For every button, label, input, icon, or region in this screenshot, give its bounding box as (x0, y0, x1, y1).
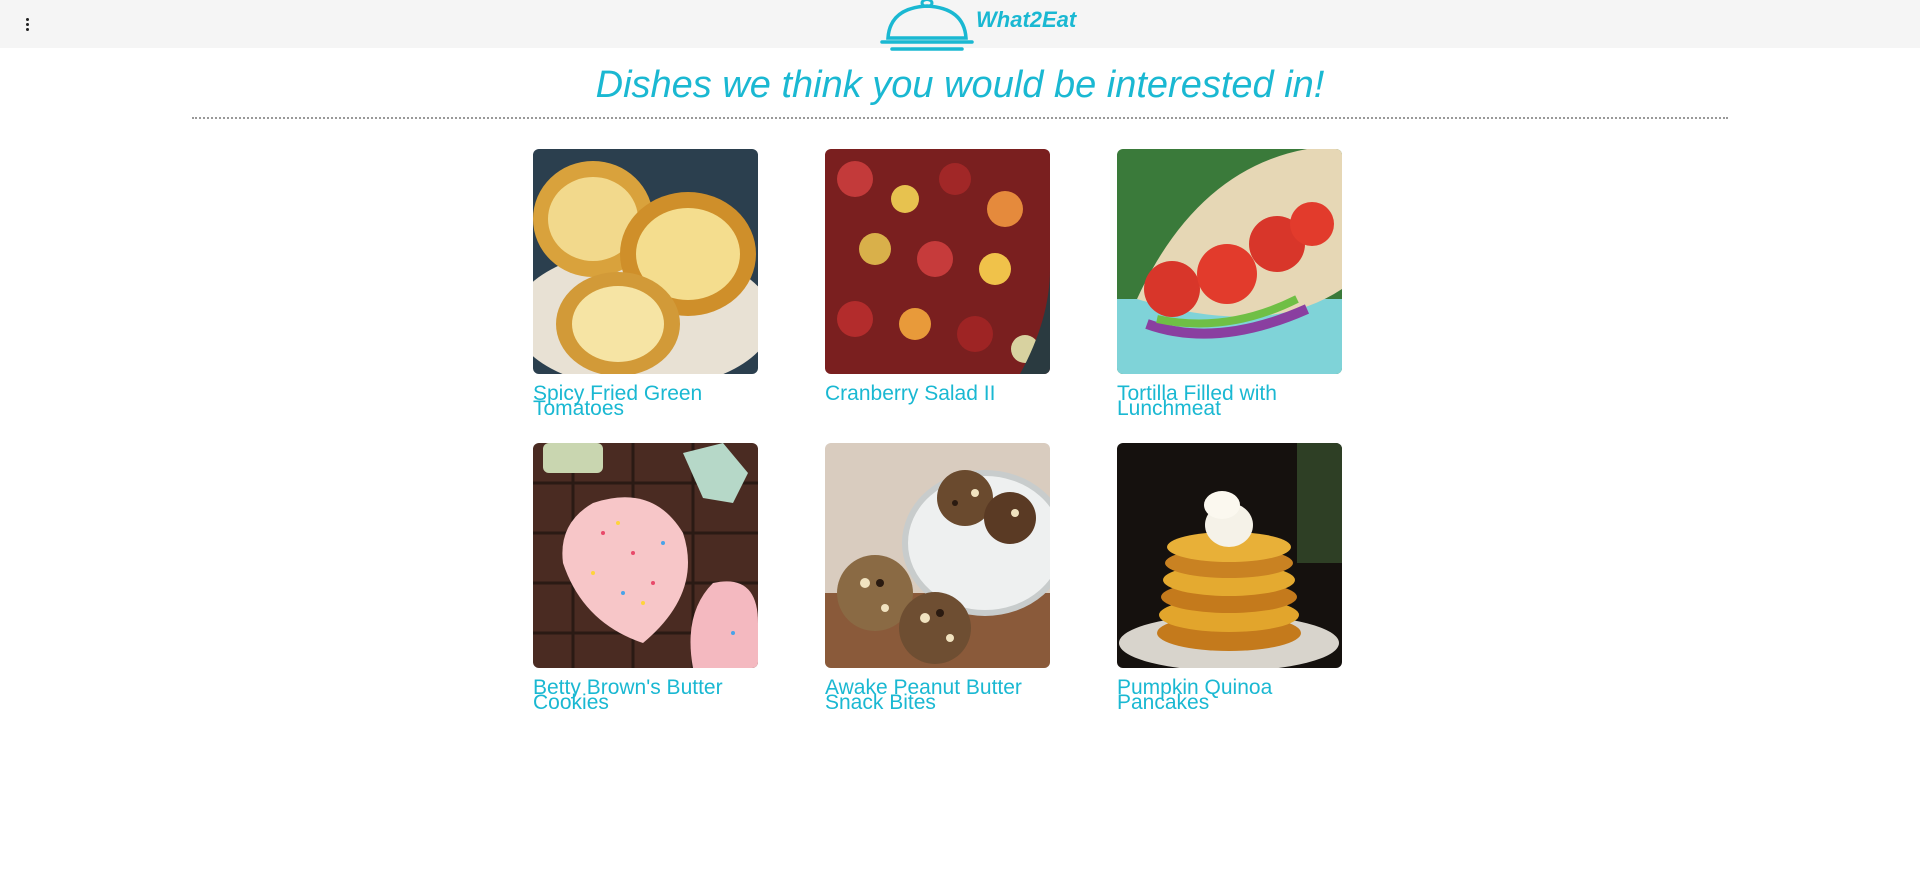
dish-card[interactable]: Cranberry Salad II (825, 149, 1105, 404)
more-vert-icon[interactable] (18, 14, 38, 34)
cloche-icon (880, 0, 974, 51)
pancakes-photo[interactable] (1117, 443, 1342, 668)
cranberry-salad-photo[interactable] (825, 149, 1050, 374)
dish-title[interactable]: Spicy Fried Green Tomatoes (533, 383, 783, 419)
dish-card[interactable]: Betty Brown's Butter Cookies (533, 443, 813, 713)
tortilla-photo[interactable] (1117, 149, 1342, 374)
heading-divider (192, 117, 1728, 119)
page-heading: Dishes we think you would be interested … (595, 64, 1325, 106)
dish-card[interactable]: Spicy Fried Green Tomatoes (533, 149, 813, 419)
app-name: What2Eat (976, 7, 1077, 32)
dish-title[interactable]: Pumpkin Quinoa Pancakes (1117, 677, 1367, 713)
dish-title[interactable]: Cranberry Salad II (825, 383, 1075, 404)
snack-bites-photo[interactable] (825, 443, 1050, 668)
dish-title[interactable]: Awake Peanut Butter Snack Bites (825, 677, 1075, 713)
fried-tomatoes-photo[interactable] (533, 149, 758, 374)
dish-card[interactable]: Tortilla Filled with Lunchmeat (1117, 149, 1397, 419)
dish-card[interactable]: Awake Peanut Butter Snack Bites (825, 443, 1105, 713)
dish-title[interactable]: Betty Brown's Butter Cookies (533, 677, 783, 713)
butter-cookies-photo[interactable] (533, 443, 758, 668)
dish-title[interactable]: Tortilla Filled with Lunchmeat (1117, 383, 1367, 419)
dish-card[interactable]: Pumpkin Quinoa Pancakes (1117, 443, 1397, 713)
